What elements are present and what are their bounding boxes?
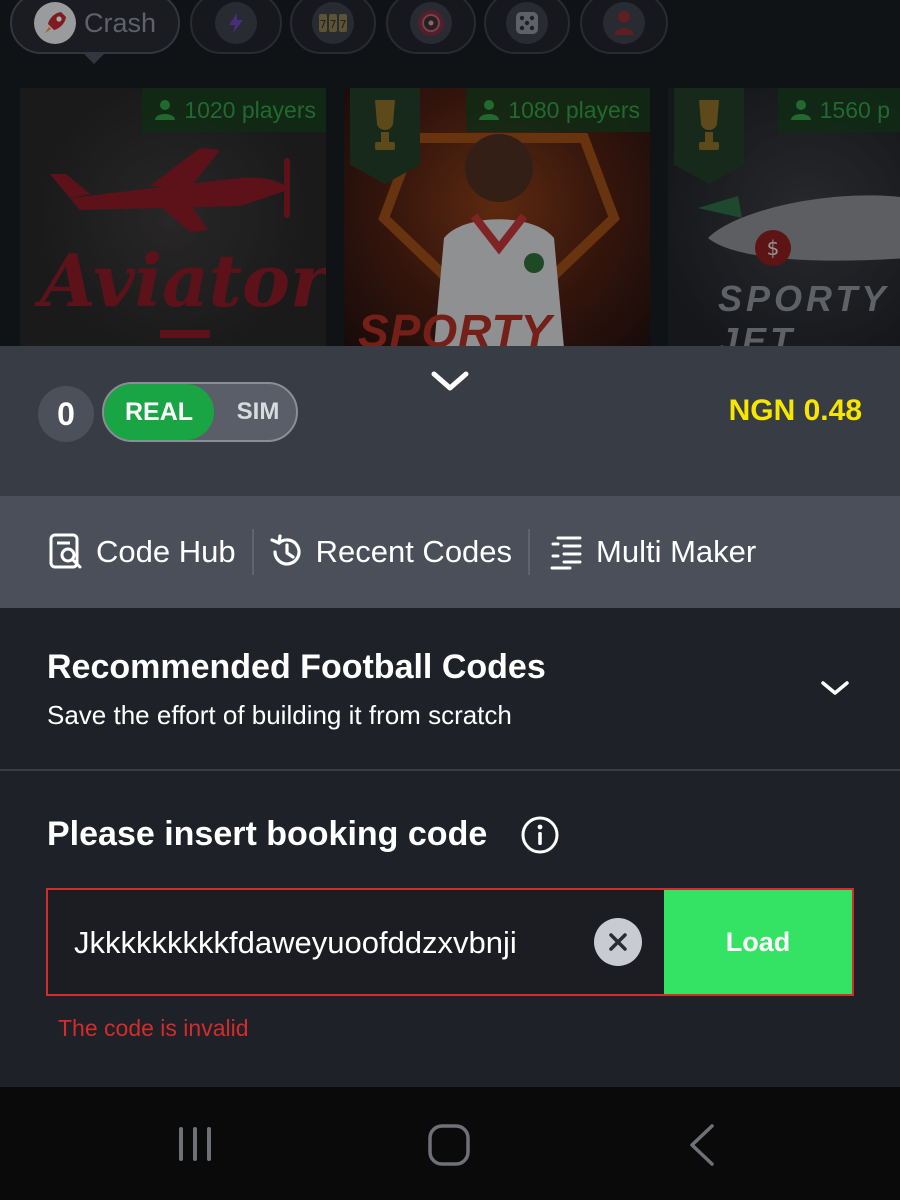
balance: NGN 0.48: [728, 394, 862, 427]
dim-overlay: [0, 0, 900, 346]
recent-codes-button[interactable]: Recent Codes: [268, 496, 512, 608]
games-area: Crash 777 Aviator 1020 players SPORTY 10…: [0, 0, 900, 346]
booking-code-input[interactable]: [74, 920, 574, 966]
mode-sim[interactable]: SIM: [222, 384, 294, 440]
booking-title: Please insert booking code: [47, 815, 488, 853]
multi-maker-label: Multi Maker: [596, 534, 757, 569]
tools-bar: Code Hub Recent Codes Multi Maker: [0, 496, 900, 608]
mode-real[interactable]: REAL: [104, 384, 214, 440]
selection-counter: 0: [38, 386, 94, 442]
home-icon[interactable]: [426, 1123, 472, 1172]
recommended-subtitle: Save the effort of building it from scra…: [47, 700, 512, 730]
multi-maker-icon: [550, 536, 582, 570]
error-message: The code is invalid: [58, 1015, 249, 1041]
booking-code-section: Please insert booking code Load The code…: [0, 771, 900, 1087]
close-icon: [609, 933, 627, 951]
app-screen: Crash 777 Aviator 1020 players SPORTY 10…: [0, 0, 900, 1200]
history-icon: [269, 534, 301, 566]
multi-maker-button[interactable]: Multi Maker: [548, 496, 756, 608]
code-hub-icon: [49, 533, 82, 569]
recent-codes-label: Recent Codes: [315, 534, 513, 569]
back-icon[interactable]: [684, 1123, 718, 1172]
code-hub-button[interactable]: Code Hub: [48, 496, 236, 608]
collapse-chevron-icon[interactable]: [428, 366, 472, 401]
clear-input-button[interactable]: [594, 918, 642, 966]
booking-code-field: Load: [46, 888, 854, 996]
load-button[interactable]: Load: [664, 890, 852, 994]
recent-apps-icon[interactable]: [176, 1123, 218, 1170]
tool-divider: [251, 529, 254, 575]
expand-chevron-icon[interactable]: [820, 678, 850, 703]
tool-divider: [528, 529, 531, 575]
real-sim-toggle[interactable]: REAL SIM: [102, 382, 298, 442]
recommended-codes-section[interactable]: Recommended Football Codes Save the effo…: [0, 608, 900, 770]
recommended-title: Recommended Football Codes: [47, 648, 546, 686]
code-hub-label: Code Hub: [96, 534, 236, 569]
system-nav-bar: [0, 1087, 900, 1200]
info-icon[interactable]: [520, 815, 560, 860]
